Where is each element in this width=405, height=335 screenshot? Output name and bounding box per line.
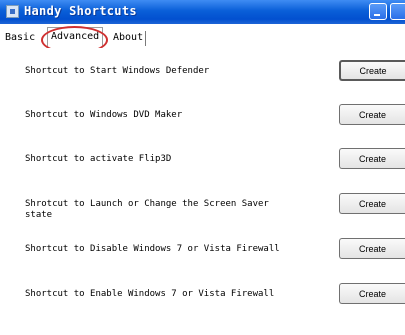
row-label: Shortcut to activate Flip3D bbox=[25, 154, 172, 164]
tab-basic[interactable]: Basic bbox=[2, 30, 38, 47]
tab-separator bbox=[145, 31, 146, 46]
app-window: Handy Shortcuts Basic Advanced About Sho… bbox=[0, 0, 405, 335]
shortcut-row-dvd-maker: Shortcut to Windows DVD Maker Create bbox=[0, 92, 405, 136]
row-label: Shrotcut to Launch or Change the Screen … bbox=[25, 199, 269, 220]
window-title: Handy Shortcuts bbox=[24, 4, 137, 18]
shortcut-row-enable-firewall: Shortcut to Enable Windows 7 or Vista Fi… bbox=[0, 273, 405, 317]
row-label: Shortcut to Start Windows Defender bbox=[25, 66, 210, 76]
app-icon bbox=[6, 5, 19, 18]
tab-about[interactable]: About bbox=[110, 30, 146, 47]
row-label: Shortcut to Windows DVD Maker bbox=[25, 110, 183, 120]
maximize-button[interactable] bbox=[390, 3, 405, 20]
shortcut-row-defender: Shortcut to Start Windows Defender Creat… bbox=[0, 48, 405, 92]
shortcut-row-disable-firewall: Shortcut to Disable Windows 7 or Vista F… bbox=[0, 224, 405, 268]
create-button[interactable]: Create bbox=[339, 60, 405, 81]
create-button[interactable]: Create bbox=[339, 104, 405, 125]
create-button[interactable]: Create bbox=[339, 283, 405, 304]
title-bar[interactable]: Handy Shortcuts bbox=[0, 0, 405, 24]
create-button[interactable]: Create bbox=[339, 193, 405, 214]
row-label: Shortcut to Disable Windows 7 or Vista F… bbox=[25, 244, 280, 254]
create-button[interactable]: Create bbox=[339, 238, 405, 259]
create-button[interactable]: Create bbox=[339, 148, 405, 169]
tab-panel-advanced: Shortcut to Start Windows Defender Creat… bbox=[0, 48, 405, 335]
minimize-button[interactable] bbox=[369, 3, 387, 20]
shortcut-row-screen-saver: Shrotcut to Launch or Change the Screen … bbox=[0, 180, 405, 224]
row-label: Shortcut to Enable Windows 7 or Vista Fi… bbox=[25, 289, 275, 299]
shortcut-row-flip3d: Shortcut to activate Flip3D Create bbox=[0, 136, 405, 180]
